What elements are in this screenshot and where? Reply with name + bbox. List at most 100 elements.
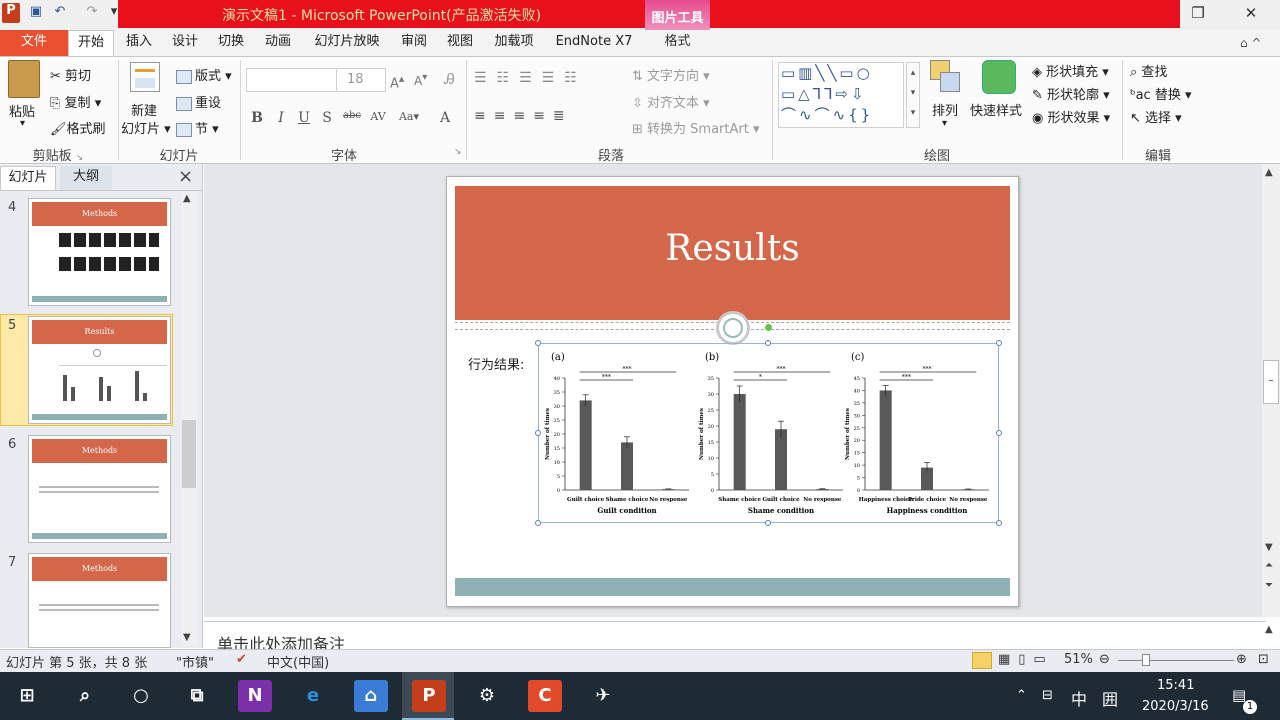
clock-time[interactable]: 15:41 xyxy=(1157,678,1194,693)
format-painter-button[interactable]: 🖌格式刷 xyxy=(50,118,106,137)
font-color-icon[interactable]: A xyxy=(436,110,454,128)
tray-expand-icon[interactable]: ⌃ xyxy=(1016,688,1027,703)
spellcheck-icon[interactable]: ✔ xyxy=(236,652,247,667)
shape-effects-button[interactable]: ◉ 形状效果 ▾ xyxy=(1032,107,1110,126)
settings-icon[interactable]: ⚙ xyxy=(470,680,504,712)
notes-pane[interactable] xyxy=(204,621,1266,649)
font-dialog-icon[interactable]: ↘ xyxy=(454,147,462,157)
cortana-icon[interactable]: ○ xyxy=(124,680,158,712)
panel-scroll-thumb[interactable] xyxy=(182,420,196,488)
resize-handle[interactable] xyxy=(535,340,541,346)
scroll-down-icon[interactable]: ▼ xyxy=(183,632,191,643)
arrange-button[interactable]: 排列 xyxy=(932,100,958,119)
zoom-in-icon[interactable]: ⊕ xyxy=(1236,652,1247,667)
smartart-button[interactable]: ⊞ 转换为 SmartArt ▾ xyxy=(632,118,760,137)
align-icons[interactable]: ≡≡≡≡≣ xyxy=(474,108,573,124)
app-icon[interactable]: ⌂ xyxy=(354,680,388,712)
shape-outline-button[interactable]: ✎ 形状轮廓 ▾ xyxy=(1032,84,1110,103)
app-c-icon[interactable]: C xyxy=(528,680,562,712)
panel-scrollbar[interactable] xyxy=(181,192,197,646)
change-case-icon[interactable]: Aa▾ xyxy=(396,110,422,128)
paste-icon[interactable] xyxy=(8,60,40,98)
arrange-icon[interactable] xyxy=(930,60,962,94)
resize-handle[interactable] xyxy=(535,520,541,526)
resize-handle[interactable] xyxy=(535,430,541,436)
italic-icon[interactable]: I xyxy=(272,110,290,128)
scroll-down-icon[interactable]: ▼ xyxy=(1265,542,1273,553)
ime-mode-icon[interactable]: 囲 xyxy=(1102,686,1118,710)
section-button[interactable]: 节 ▾ xyxy=(176,118,219,137)
restore-button[interactable]: ❐ xyxy=(1180,4,1216,26)
undo-icon[interactable]: ↶ xyxy=(50,4,70,24)
resize-handle[interactable] xyxy=(996,340,1002,346)
quick-styles-button[interactable]: 快速样式 xyxy=(970,100,1022,119)
zoom-slider-thumb[interactable] xyxy=(1142,654,1150,666)
reset-button[interactable]: 重设 xyxy=(176,92,221,111)
prev-slide-icon[interactable]: ⏶ xyxy=(1265,560,1273,571)
close-panel-icon[interactable]: × xyxy=(178,166,193,187)
arrange-dropdown-icon[interactable]: ▾ xyxy=(942,118,947,129)
zoom-slider[interactable] xyxy=(1118,660,1234,661)
tab-review[interactable]: 审阅 xyxy=(394,30,434,56)
close-button[interactable]: ✕ xyxy=(1233,4,1269,26)
shapes-gallery[interactable]: ▭▥╲╲▭○ ▭△⅂⅂⇨⇩ ⌒∿⌒∿{} xyxy=(778,62,904,128)
ribbon-collapse-icon[interactable]: ⌂ ^ xyxy=(1240,36,1262,50)
normal-view-icon[interactable] xyxy=(972,652,992,669)
cut-button[interactable]: ✂ 剪切 xyxy=(50,65,91,84)
tab-endnote[interactable]: EndNote X7 xyxy=(548,30,640,56)
tab-format[interactable]: 格式 xyxy=(645,30,710,56)
powerpoint-icon[interactable]: P xyxy=(412,680,446,712)
powerpoint-logo-icon[interactable]: P xyxy=(2,3,20,23)
scroll-up-icon[interactable]: ▲ xyxy=(183,193,191,204)
layout-button[interactable]: 版式 ▾ xyxy=(176,65,232,84)
slide-thumbnail-4[interactable]: Methods xyxy=(28,198,171,306)
notes-scroll-up-icon[interactable]: ▲ xyxy=(1265,624,1273,635)
slide-title[interactable]: Results xyxy=(455,228,1010,269)
font-name-box[interactable] xyxy=(246,68,338,92)
grow-font-icon[interactable]: A▴ xyxy=(390,72,404,91)
tab-outline[interactable]: 大纲 xyxy=(60,166,112,190)
tab-insert[interactable]: 插入 xyxy=(118,30,160,56)
select-button[interactable]: ↖ 选择 ▾ xyxy=(1130,107,1182,126)
search-icon[interactable]: ⌕ xyxy=(68,680,102,712)
new-slide-button[interactable]: 幻灯片 ▾ xyxy=(121,118,171,137)
paste-dropdown-icon[interactable]: ▾ xyxy=(20,118,25,129)
list-icons[interactable]: ☰☷☰☰☷ xyxy=(474,70,587,86)
tab-slideshow[interactable]: 幻灯片放映 xyxy=(305,30,389,56)
rotate-handle[interactable] xyxy=(765,324,772,331)
windows-start-icon[interactable]: ⊞ xyxy=(10,680,44,712)
tab-home[interactable]: 开始 xyxy=(68,30,114,56)
chart-image[interactable]: (a) 0 5 10 15 20 25 30 35 40 Number of times Guilt … xyxy=(538,343,999,523)
slide-thumbnail-5[interactable]: Results xyxy=(28,316,171,424)
canvas-scroll-thumb[interactable]: – xyxy=(1263,360,1279,404)
tab-addins[interactable]: 加载项 xyxy=(486,30,542,56)
text-direction-button[interactable]: ⇅ 文字方向 ▾ xyxy=(632,65,710,84)
font-size-box[interactable]: 18 xyxy=(336,68,386,92)
replace-button[interactable]: ᵇac 替换 ▾ xyxy=(1130,84,1192,103)
zoom-out-icon[interactable]: ⊖ xyxy=(1099,652,1110,667)
fit-window-icon[interactable]: ⊡ xyxy=(1258,652,1269,667)
find-button[interactable]: ⌕ 查找 xyxy=(1130,61,1167,80)
theme-name[interactable]: "市镇" xyxy=(176,652,214,671)
redo-icon[interactable]: ↷ xyxy=(82,4,102,24)
bold-icon[interactable]: B xyxy=(248,110,266,128)
zoom-level[interactable]: 51% xyxy=(1064,652,1093,667)
underline-icon[interactable]: U xyxy=(295,110,313,128)
quick-styles-icon[interactable] xyxy=(982,60,1016,94)
tab-file[interactable]: 文件 xyxy=(0,30,68,56)
edge-icon[interactable]: e xyxy=(296,680,330,712)
app-bird-icon[interactable]: ✈ xyxy=(586,680,620,712)
resize-handle[interactable] xyxy=(996,430,1002,436)
tab-design[interactable]: 设计 xyxy=(164,30,206,56)
slide-thumbnail-7[interactable]: Methods xyxy=(28,553,171,648)
task-view-icon[interactable]: ⧉ xyxy=(180,680,214,712)
tab-slides[interactable]: 幻灯片 xyxy=(0,166,56,190)
copy-button[interactable]: ⎘ 复制 ▾ xyxy=(50,92,101,111)
language[interactable]: 中文(中国) xyxy=(267,652,329,671)
shapes-scroll[interactable]: ▴ ▾ ▾ xyxy=(906,62,920,128)
shape-fill-button[interactable]: ◈ 形状填充 ▾ xyxy=(1032,61,1109,80)
save-icon[interactable]: ▣ xyxy=(26,4,46,24)
new-slide-label[interactable]: 新建 xyxy=(131,100,157,119)
clock-date[interactable]: 2020/3/16 xyxy=(1142,699,1209,714)
resize-handle[interactable] xyxy=(996,520,1002,526)
